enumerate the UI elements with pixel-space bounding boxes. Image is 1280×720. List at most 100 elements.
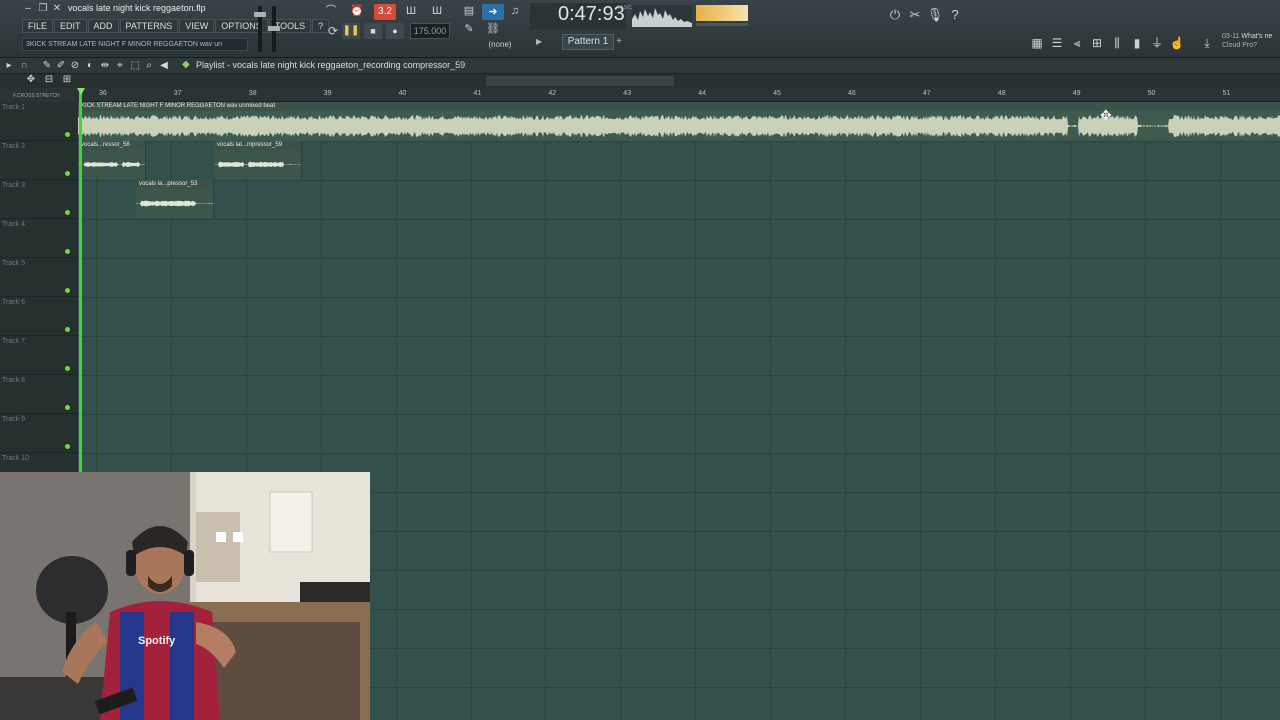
playhead-marker[interactable]	[77, 88, 85, 95]
link-icon[interactable]: ⛓	[482, 21, 504, 37]
grid-line	[545, 102, 547, 720]
slip-tool-icon[interactable]: ⇹	[98, 58, 112, 74]
grid-line	[1219, 102, 1221, 720]
audio-clip-vocal-a[interactable]: vocals...ressor_58	[78, 141, 146, 179]
track-mute-led[interactable]	[65, 132, 70, 137]
pattern-selector[interactable]: Pattern 1	[562, 34, 614, 50]
playlist-arrow-icon[interactable]: ◆	[182, 59, 190, 70]
plugin-icon[interactable]: ⏚	[1148, 34, 1166, 52]
track-mute-led[interactable]	[65, 210, 70, 215]
playhead[interactable]	[79, 88, 82, 472]
track-header[interactable]: Track 1	[0, 102, 78, 141]
track-mute-led[interactable]	[65, 405, 70, 410]
channel-rack-icon[interactable]: ☰	[1048, 34, 1066, 52]
playlist-icon[interactable]: ▦	[1028, 34, 1046, 52]
menu-patterns[interactable]: PATTERNS	[119, 19, 179, 33]
track-header[interactable]: Track 4	[0, 219, 78, 258]
play-button[interactable]: ❚❚	[342, 23, 360, 39]
browser-icon[interactable]: ⊞	[1088, 34, 1106, 52]
metronome-icon[interactable]: ⌒	[320, 3, 342, 19]
pat-song-toggle-icon[interactable]: ⟳	[322, 23, 344, 39]
track-name: Track 4	[2, 221, 26, 228]
bar-number: 43	[623, 90, 632, 97]
pattern-picker-icon[interactable]: ⊟	[42, 72, 56, 88]
pattern-prev-icon[interactable]: ▶	[536, 34, 546, 50]
countdown-button[interactable]: 3.2	[374, 4, 396, 20]
undo-icon[interactable]: ⏻	[886, 6, 904, 24]
loop-record-icon[interactable]: Ш	[426, 3, 448, 19]
audio-clip-vocal-b[interactable]: vocals lat...mpressor_59	[214, 141, 302, 179]
track-mute-led[interactable]	[65, 327, 70, 332]
download-icon[interactable]: ⤓	[1198, 34, 1216, 52]
stop-button[interactable]: ■	[364, 23, 382, 39]
playlist-scrollbar[interactable]: ✥ ⊟ ⊞	[0, 74, 1280, 88]
track-header[interactable]: Track 7	[0, 336, 78, 375]
hint-bar: 3KICK STREAM LATE NIGHT F MINOR REGGAETO…	[22, 38, 248, 51]
clip-title: vocals la...pressor_53	[136, 180, 213, 189]
news-panel[interactable]: 03-11 What's ne Cloud Pro?	[1222, 32, 1272, 50]
minimize-icon[interactable]: –	[22, 3, 34, 15]
track-mute-led[interactable]	[65, 366, 70, 371]
pencil-icon[interactable]: ✎	[458, 21, 480, 37]
menu-view[interactable]: VIEW	[179, 19, 215, 33]
track-header[interactable]: Track 8	[0, 375, 78, 414]
playlist-toolbar: ▸ ∩ ✎ ✐ ⊘ ◐ ⇹ ⌖ ⬚ ⌕ ◀ ◆ Playlist - vocal…	[0, 58, 1280, 74]
wait-input-icon[interactable]: ⏰	[346, 3, 368, 19]
waveform	[214, 161, 301, 168]
menu-file[interactable]: FILE	[22, 19, 54, 33]
clip-title: vocals...ressor_58	[78, 141, 145, 150]
track-name: Track 1	[2, 104, 26, 111]
microphone-icon[interactable]: 🎙	[926, 6, 944, 24]
restore-icon[interactable]: ❐	[37, 3, 49, 15]
zoom-tool-icon[interactable]: ⌕	[142, 58, 156, 74]
grid-line	[470, 102, 472, 720]
bar-number: 36	[99, 90, 107, 97]
mute-tool-icon[interactable]: ◐	[83, 58, 97, 74]
cut-icon[interactable]: ✂	[906, 6, 924, 24]
master-pitch-slider[interactable]	[268, 6, 280, 52]
slice-tool-icon[interactable]: ⌖	[113, 58, 127, 74]
track-header[interactable]: Track 2	[0, 141, 78, 180]
track-mute-led[interactable]	[65, 444, 70, 449]
timeline-ruler[interactable]: 36 37 38 39 40 41 42 43 44 45 46 47 48 49 50 51	[78, 88, 1280, 102]
track-mute-led[interactable]	[65, 288, 70, 293]
master-volume-slider[interactable]	[254, 6, 266, 52]
move-cursor-icon: ✥	[1100, 107, 1112, 123]
tempo-display[interactable]: 175.000	[410, 23, 450, 39]
grid-line	[395, 102, 397, 720]
record-button[interactable]: ●	[386, 23, 404, 39]
select-tool-icon[interactable]: ⬚	[128, 58, 142, 74]
project-icon[interactable]: ▮	[1128, 34, 1146, 52]
mixer-icon[interactable]: ⫼	[1108, 34, 1126, 52]
menu-add[interactable]: ADD	[87, 19, 119, 33]
move-icon[interactable]: ✥	[24, 72, 38, 88]
news-title: What's ne	[1241, 33, 1273, 40]
webcam-overlay: Spotify	[0, 472, 370, 720]
cpu-graph	[632, 5, 692, 27]
pattern-add-icon[interactable]: +	[614, 34, 624, 50]
grid-picker-icon[interactable]: ⊞	[60, 72, 74, 88]
track-header[interactable]: Track 5	[0, 258, 78, 297]
scrollbar-thumb[interactable]	[486, 76, 674, 86]
menu-edit[interactable]: EDIT	[54, 19, 87, 33]
track-mute-led[interactable]	[65, 249, 70, 254]
piano-roll-icon[interactable]: ⫷	[1068, 34, 1086, 52]
grid-line	[78, 336, 1280, 337]
playlist-menu-icon[interactable]: ▸	[2, 58, 16, 74]
close-icon[interactable]: ✕	[51, 3, 63, 15]
track-mute-led[interactable]	[65, 171, 70, 176]
help-icon[interactable]: ?	[946, 6, 964, 24]
track-header[interactable]: Track 3	[0, 180, 78, 219]
main-toolbar: – ❐ ✕ vocals late night kick reggaeton.f…	[0, 0, 1280, 58]
typing-keyboard-icon[interactable]: ▤	[458, 3, 480, 19]
bell-icon[interactable]: ♫	[504, 3, 526, 19]
track-header[interactable]: Track 6	[0, 297, 78, 336]
audio-clip-vocal-c[interactable]: vocals la...pressor_53	[136, 180, 214, 218]
step-edit-icon[interactable]: Ш	[400, 3, 422, 19]
arrow-right-icon[interactable]: ➜	[482, 4, 504, 20]
snap-select[interactable]: (none)	[480, 40, 520, 52]
bar-number: 51	[1222, 90, 1231, 97]
track-header[interactable]: Track 9	[0, 414, 78, 453]
touch-icon[interactable]: ☝	[1168, 34, 1186, 52]
playback-tool-icon[interactable]: ◀	[157, 58, 171, 74]
